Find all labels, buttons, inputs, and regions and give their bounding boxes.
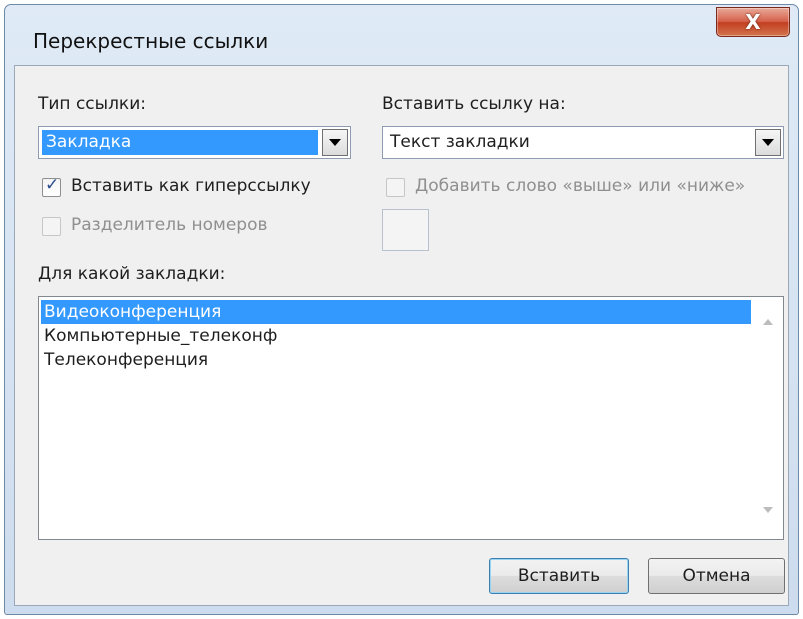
- scroll-up-icon[interactable]: [763, 319, 773, 325]
- ref-type-value: Закладка: [42, 130, 318, 155]
- above-below-checkbox[interactable]: [386, 178, 405, 197]
- list-item[interactable]: Телеконференция: [41, 348, 208, 372]
- separator-input[interactable]: [382, 209, 429, 251]
- close-icon: X: [745, 10, 761, 34]
- insert-ref-dropdown-arrow[interactable]: [755, 129, 781, 156]
- list-scrollbar[interactable]: [753, 297, 783, 539]
- checkmark-icon: ✓: [45, 175, 60, 195]
- cancel-button[interactable]: Отмена: [648, 558, 785, 594]
- dialog-title: Перекрестные ссылки: [33, 29, 269, 53]
- hyperlink-checkbox-label[interactable]: Вставить как гиперссылку: [71, 176, 311, 196]
- above-below-checkbox-label[interactable]: Добавить слово «выше» или «ниже»: [415, 176, 745, 196]
- scroll-down-icon[interactable]: [763, 507, 773, 513]
- cross-reference-dialog: Перекрестные ссылки X Тип ссылки: Заклад…: [4, 4, 799, 615]
- list-item[interactable]: Видеоконференция: [41, 300, 751, 324]
- ref-type-label: Тип ссылки:: [38, 94, 146, 114]
- separator-checkbox[interactable]: [42, 217, 61, 236]
- title-bar[interactable]: Перекрестные ссылки X: [5, 5, 798, 65]
- for-which-label: Для какой закладки:: [38, 264, 226, 284]
- ref-type-dropdown[interactable]: Закладка: [38, 126, 351, 159]
- chevron-down-icon: [762, 139, 774, 146]
- bookmark-list[interactable]: Видеоконференция Компьютерные_телеконф Т…: [38, 296, 784, 540]
- insert-ref-dropdown[interactable]: Текст закладки: [382, 126, 784, 159]
- insert-ref-value: Текст закладки: [390, 132, 530, 152]
- ref-type-dropdown-arrow[interactable]: [322, 129, 348, 156]
- close-button[interactable]: X: [716, 7, 790, 37]
- insert-ref-label: Вставить ссылку на:: [382, 94, 566, 114]
- list-item[interactable]: Компьютерные_телеконф: [41, 324, 277, 348]
- chevron-down-icon: [329, 139, 341, 146]
- insert-button[interactable]: Вставить: [489, 558, 629, 594]
- hyperlink-checkbox[interactable]: ✓: [42, 175, 61, 197]
- separator-checkbox-label[interactable]: Разделитель номеров: [71, 215, 268, 235]
- dialog-body: Тип ссылки: Закладка Вставить ссылку на:…: [14, 65, 789, 606]
